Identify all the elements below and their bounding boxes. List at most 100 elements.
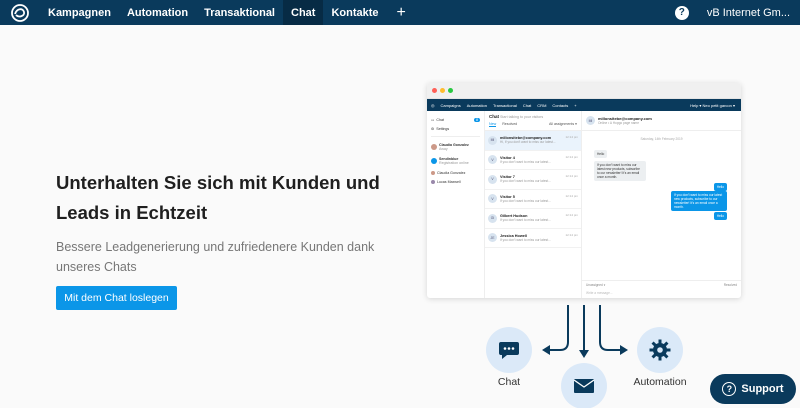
message-out: If you don't want to miss our latest new… <box>671 191 727 211</box>
list-item: GI Gilbert Hudson If you don't want to mi… <box>485 209 581 229</box>
mockup-nav-item: Campaigns <box>440 102 461 108</box>
avatar: MI <box>488 135 497 145</box>
nav-item-kampagnen[interactable]: Kampagnen <box>40 0 119 25</box>
window-minimize-dot <box>440 88 445 93</box>
list-item-time: 12:14 pm <box>565 154 578 159</box>
mockup-window-bar <box>427 83 741 99</box>
mockup-chat-badge: 8 <box>474 117 480 122</box>
mockup-list-title: Chat <box>489 114 499 119</box>
message-out: Hello <box>713 183 727 191</box>
support-button[interactable]: ? Support <box>710 374 796 404</box>
add-icon[interactable]: + <box>387 0 416 25</box>
avatar: GI <box>488 213 497 223</box>
window-close-dot <box>432 88 437 93</box>
list-item-preview: If you don't want to miss our latest... <box>500 218 551 223</box>
list-item-preview: If you don't want to miss our latest... <box>500 237 551 242</box>
mockup-list-header: Chat Start talking to your visitors New … <box>485 111 581 131</box>
mockup-conversation-date: Saturday, 14th February 2019 <box>640 137 683 141</box>
avatar: V <box>488 194 497 204</box>
mockup-conversation-list: Chat Start talking to your visitors New … <box>485 111 582 298</box>
mockup-conversation: MI millonsitebe@company.com Online • A Ho… <box>582 111 741 298</box>
mockup-conversation-header: MI millonsitebe@company.com Online • A Ho… <box>582 111 741 131</box>
message-in: Hello <box>594 150 608 158</box>
agent-name: Lucas Maxwell <box>437 179 461 184</box>
question-icon: ? <box>722 382 737 396</box>
mockup-nav-item: Transactional <box>492 102 517 108</box>
avatar <box>431 170 435 175</box>
chat-channel-label: Chat <box>497 376 521 388</box>
divider <box>431 136 480 137</box>
mockup-sidebar-label: Settings <box>436 126 450 131</box>
list-item-preview: If you don't want to miss our latest... <box>500 179 551 184</box>
mockup-nav-item: Chat <box>522 102 532 108</box>
hero-title: Unterhalten Sie sich mit Kunden und Lead… <box>56 172 380 223</box>
mockup-sidebar-label: Chat <box>436 117 444 122</box>
mockup-list-subtitle: Start talking to your visitors <box>500 115 544 119</box>
nav-right: ? vB Internet Gm... <box>674 0 800 25</box>
list-item-time: 12:14 pm <box>565 174 578 178</box>
envelope-icon <box>573 379 595 393</box>
list-item-time: 12:14 pm <box>565 135 578 139</box>
mockup-logo-icon: ◎ <box>431 102 435 108</box>
avatar: MI <box>586 116 595 125</box>
list-item-preview: If you don't want to miss our latest... <box>500 198 551 203</box>
list-item: MI millonsitebe@company.com Hi, If you do… <box>485 131 581 151</box>
mockup-nav: ◎ Campaigns Automation Transactional Cha… <box>427 99 741 111</box>
window-maximize-dot <box>448 88 453 93</box>
help-icon[interactable]: ? <box>674 5 689 20</box>
mockup-sidebar-settings: ⚙ Settings <box>431 124 480 133</box>
mockup-agent: Sendinblue Registration online <box>431 154 480 168</box>
list-item-time: 12:14 pm <box>565 193 578 198</box>
gear-icon: ⚙ <box>431 126 435 131</box>
agent-status: Away <box>439 147 448 151</box>
nav-item-transaktional[interactable]: Transaktional <box>196 0 283 25</box>
automation-channel-label: Automation <box>633 376 687 388</box>
automation-channel-circle <box>637 327 683 373</box>
list-item: JE Jessica Howell If you don't want to mi… <box>485 229 581 248</box>
mockup-agent: Claudia Gonzalez Away <box>431 140 480 154</box>
account-menu[interactable]: vB Internet Gm... <box>707 7 790 19</box>
mockup-nav-item: Automation <box>466 102 487 108</box>
brand-logo-icon[interactable] <box>0 0 40 25</box>
mockup-assign-select: Unassigned ▾ <box>586 283 606 287</box>
agent-status: Registration online <box>439 161 469 165</box>
avatar: V <box>488 174 497 184</box>
mockup-agent: Claudia Gonzalez <box>431 168 480 177</box>
gear-icon <box>649 339 671 361</box>
nav-item-chat[interactable]: Chat <box>283 0 324 25</box>
mockup-tab-resolved: Resolved <box>502 122 518 126</box>
mockup-nav-right: Help ▾ Neo petit garcon ▾ <box>690 102 735 108</box>
mockup-tab-new: New <box>489 122 497 127</box>
avatar <box>431 158 437 164</box>
list-item-preview: Hi, If you don't want to miss our latest… <box>500 140 556 145</box>
mockup-conversation-sub: Online • A Hopgo page name <box>598 121 639 125</box>
chat-bubble-icon: ▭ <box>431 117 435 122</box>
chat-app-mockup: ◎ Campaigns Automation Transactional Cha… <box>427 83 741 298</box>
chat-icon <box>499 342 519 359</box>
mockup-nav-item: Contacts <box>552 102 569 108</box>
mockup-nav-item: CRM <box>537 102 547 108</box>
mockup-conversation-footer: Unassigned ▾ Resolved Write a message... <box>582 280 741 298</box>
list-item: V Visitor 4 If you don't want to miss our… <box>485 151 581 170</box>
avatar: JE <box>488 233 497 243</box>
mockup-agent: Lucas Maxwell <box>431 177 480 186</box>
mockup-tab-assign: All assignments ▾ <box>549 122 577 126</box>
mockup-sidebar-chat: ▭ Chat 8 <box>431 115 480 124</box>
support-label: Support <box>741 383 784 395</box>
top-nav: Kampagnen Automation Transaktional Chat … <box>0 0 800 25</box>
nav-item-automation[interactable]: Automation <box>119 0 196 25</box>
message-out: Hello <box>713 212 727 220</box>
mockup-list-tabs: New Resolved All assignments ▾ <box>489 122 577 127</box>
start-chat-button[interactable]: Mit dem Chat loslegen <box>56 286 177 310</box>
list-item-preview: If you don't want to miss our latest... <box>500 159 551 164</box>
mockup-resolved-label: Resolved <box>723 283 737 287</box>
avatar: V <box>488 155 497 165</box>
avatar <box>431 144 437 150</box>
mockup-nav-item: + <box>574 102 577 108</box>
nav-item-kontakte[interactable]: Kontakte <box>323 0 386 25</box>
message-in: If you don't want to miss our latest new… <box>594 161 646 181</box>
list-item: V Visitor 7 If you don't want to miss our… <box>485 170 581 190</box>
mockup-sidebar: ▭ Chat 8 ⚙ Settings Claudia Gonzalez Away… <box>427 111 485 298</box>
list-item-time: 12:14 pm <box>565 232 578 237</box>
agent-name: Claudia Gonzalez <box>437 170 466 175</box>
